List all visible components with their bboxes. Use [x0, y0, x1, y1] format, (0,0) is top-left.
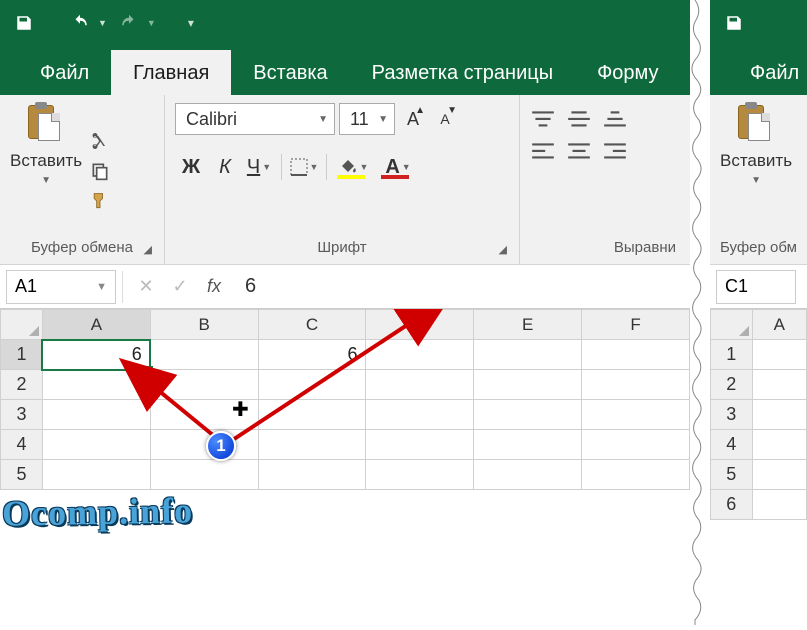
col-header-a[interactable]: A — [42, 310, 150, 340]
format-painter-icon[interactable] — [88, 190, 112, 212]
clipboard-icon — [24, 103, 64, 143]
row-header-r1[interactable]: 1 — [711, 340, 753, 370]
save-icon-right[interactable] — [720, 9, 748, 37]
font-color-button[interactable]: А▼ — [377, 151, 419, 183]
tab-home[interactable]: Главная — [111, 50, 231, 95]
cell-a1[interactable]: 6 — [42, 340, 150, 370]
row-header-3[interactable]: 3 — [1, 400, 43, 430]
group-font: Calibri▼ 11▼ A▲ A▼ Ж К Ч▼ ▼ ▼ А▼ Шрифт◢ — [165, 95, 520, 264]
cell-f1[interactable] — [582, 340, 690, 370]
italic-button[interactable]: К — [209, 151, 241, 183]
clipboard-group-label: Буфер обмена◢ — [10, 235, 154, 260]
group-alignment: Выравни — [520, 95, 690, 264]
qat-customize-caret[interactable]: ▾ — [188, 16, 194, 30]
col-header-b[interactable]: B — [150, 310, 258, 340]
tab-file-right[interactable]: Файл — [728, 50, 807, 95]
undo-icon[interactable] — [66, 9, 94, 37]
font-name-combo[interactable]: Calibri▼ — [175, 103, 335, 135]
clipboard-dialog-launcher[interactable]: ◢ — [144, 243, 152, 256]
cell-a2[interactable] — [42, 370, 150, 400]
redo-icon[interactable] — [115, 9, 143, 37]
col-header-f[interactable]: F — [582, 310, 690, 340]
font-color-indicator — [381, 175, 409, 179]
formula-bar: A1▼ ✕ ✓ fx 6 — [0, 265, 690, 309]
ribbon-tabs: Файл Главная Вставка Разметка страницы Ф… — [0, 45, 690, 95]
align-middle-button[interactable] — [566, 109, 592, 131]
clipboard-icon-right — [734, 103, 774, 143]
formula-input[interactable]: 6 — [231, 275, 690, 298]
tab-formulas[interactable]: Форму — [575, 50, 680, 95]
font-group-label: Шрифт◢ — [175, 235, 509, 260]
col-header-c[interactable]: C — [258, 310, 366, 340]
tab-file[interactable]: Файл — [18, 50, 111, 95]
font-dialog-launcher[interactable]: ◢ — [499, 243, 507, 256]
copy-icon[interactable] — [88, 160, 112, 182]
tab-insert[interactable]: Вставка — [231, 50, 349, 95]
paste-button[interactable]: Вставить ▼ — [10, 103, 82, 235]
group-clipboard: Вставить ▼ Буфер обмена◢ — [0, 95, 165, 264]
accept-formula-button[interactable]: ✓ — [163, 270, 197, 304]
alignment-group-label: Выравни — [530, 235, 680, 260]
torn-edge-divider — [690, 0, 710, 625]
ribbon: Вставить ▼ Буфер обмена◢ Calibri▼ 11▼ A▲… — [0, 95, 690, 265]
name-box[interactable]: A1▼ — [6, 270, 116, 304]
worksheet-grid-right[interactable]: A 1 2 3 4 5 6 — [710, 309, 807, 520]
row-header-r6[interactable]: 6 — [711, 490, 753, 520]
row-header-r3[interactable]: 3 — [711, 400, 753, 430]
annotation-marker-1: 1 — [206, 431, 236, 461]
fill-color-indicator — [337, 175, 365, 179]
font-size-combo[interactable]: 11▼ — [339, 103, 395, 135]
row-header-r5[interactable]: 5 — [711, 460, 753, 490]
select-all-corner[interactable] — [1, 310, 43, 340]
col-header-d[interactable]: D — [366, 310, 474, 340]
clipboard-group-label-right: Буфер обм — [720, 235, 797, 260]
cut-icon[interactable] — [88, 130, 112, 152]
select-all-corner-right[interactable] — [711, 310, 753, 340]
quick-access-toolbar-right — [710, 0, 807, 45]
save-icon[interactable] — [10, 9, 38, 37]
fx-button[interactable]: fx — [197, 270, 231, 304]
excel-window-left: ▼ ▼ ▾ Файл Главная Вставка Разметка стра… — [0, 0, 690, 579]
row-header-r2[interactable]: 2 — [711, 370, 753, 400]
col-header-e[interactable]: E — [474, 310, 582, 340]
paste-dropdown-caret-right[interactable]: ▼ — [751, 175, 761, 186]
row-header-4[interactable]: 4 — [1, 430, 43, 460]
row-header-r4[interactable]: 4 — [711, 430, 753, 460]
increase-font-size-button[interactable]: A▲ — [399, 103, 427, 135]
cell-e1[interactable] — [474, 340, 582, 370]
cell-d1[interactable] — [366, 340, 474, 370]
ribbon-right: Вставить ▼ Буфер обм — [710, 95, 807, 265]
underline-button[interactable]: Ч▼ — [243, 151, 275, 183]
borders-button[interactable]: ▼ — [288, 151, 320, 183]
col-header-a-right[interactable]: A — [752, 310, 806, 340]
excel-window-right: Файл Вставить ▼ Буфер обм C1 A 1 2 3 4 — [710, 0, 807, 520]
cancel-formula-button[interactable]: ✕ — [129, 270, 163, 304]
paste-dropdown-caret[interactable]: ▼ — [41, 175, 51, 186]
formula-bar-right: C1 — [710, 265, 807, 309]
paste-label-right: Вставить — [720, 151, 792, 171]
tab-page-layout[interactable]: Разметка страницы — [350, 50, 575, 95]
decrease-font-size-button[interactable]: A▼ — [431, 103, 459, 135]
worksheet-grid[interactable]: A B C D E F 1 6 6 2 3 4 5 — [0, 309, 690, 579]
cell-b1[interactable] — [150, 340, 258, 370]
cell-c1[interactable]: 6 — [258, 340, 366, 370]
align-right-button[interactable] — [602, 141, 628, 163]
row-header-2[interactable]: 2 — [1, 370, 43, 400]
align-left-button[interactable] — [530, 141, 556, 163]
undo-dropdown-caret[interactable]: ▼ — [98, 18, 107, 28]
quick-access-toolbar: ▼ ▼ ▾ — [0, 0, 690, 45]
ribbon-tabs-right: Файл — [710, 45, 807, 95]
row-header-1[interactable]: 1 — [1, 340, 43, 370]
fill-color-button[interactable]: ▼ — [333, 151, 375, 183]
redo-dropdown-caret[interactable]: ▼ — [147, 18, 156, 28]
name-box-right[interactable]: C1 — [716, 270, 796, 304]
align-center-button[interactable] — [566, 141, 592, 163]
align-top-button[interactable] — [530, 109, 556, 131]
row-header-5[interactable]: 5 — [1, 460, 43, 490]
paste-button-right[interactable]: Вставить ▼ — [720, 103, 792, 235]
bold-button[interactable]: Ж — [175, 151, 207, 183]
align-bottom-button[interactable] — [602, 109, 628, 131]
paste-label: Вставить — [10, 151, 82, 171]
